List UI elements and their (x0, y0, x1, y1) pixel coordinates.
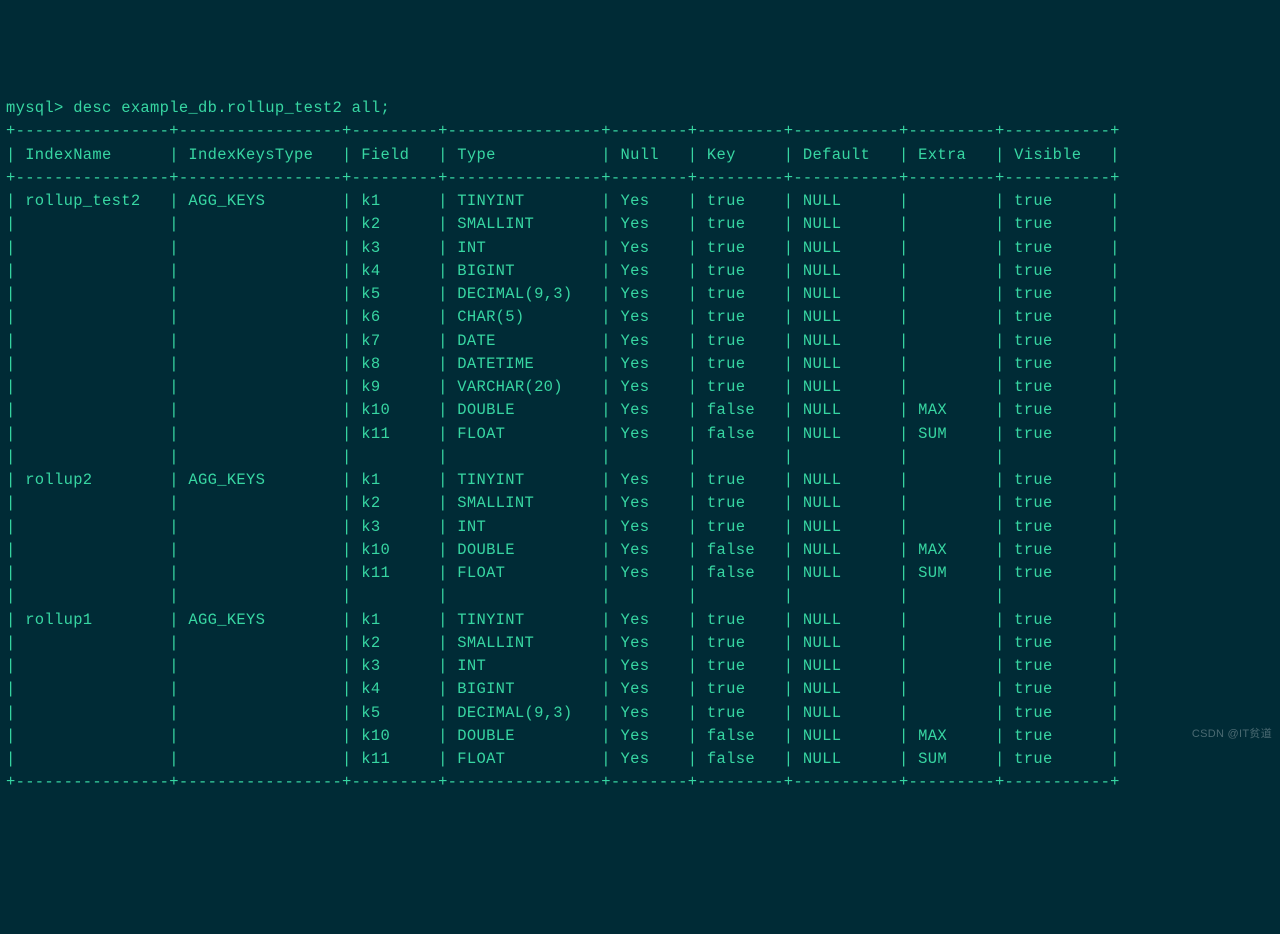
watermark: CSDN @IT贫道 (1192, 726, 1272, 743)
terminal-output: mysql> desc example_db.rollup_test2 all;… (6, 97, 1280, 795)
